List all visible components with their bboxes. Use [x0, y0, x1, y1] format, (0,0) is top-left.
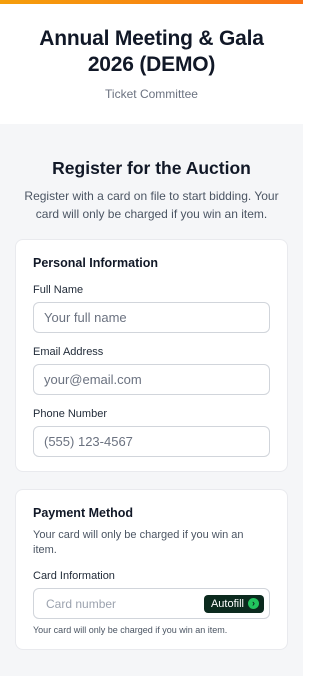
- register-subtitle: Register with a card on file to start bi…: [24, 189, 279, 221]
- phone-input[interactable]: [33, 426, 270, 457]
- organizer-name: Ticket Committee: [105, 87, 198, 101]
- payment-method-card: Payment Method Your card will only be ch…: [15, 489, 288, 650]
- card-charge-note: Your card will only be charged if you wi…: [33, 625, 228, 635]
- register-title: Register for the Auction: [52, 158, 251, 178]
- payment-subtitle: Your card will only be charged if you wi…: [33, 529, 244, 556]
- personal-info-card: Personal Information Full Name Email Add…: [15, 239, 288, 472]
- email-input[interactable]: [33, 364, 270, 395]
- autofill-label: Autofill: [210, 597, 244, 610]
- payment-method-title: Payment Method: [33, 506, 134, 520]
- card-info-label: Card Information: [33, 570, 115, 582]
- chevron-right-circle-icon: ›: [248, 598, 259, 609]
- autofill-button[interactable]: Autofill ›: [203, 594, 264, 613]
- full-name-label: Full Name: [33, 284, 84, 296]
- email-label: Email Address: [33, 346, 104, 358]
- full-name-input[interactable]: [33, 302, 270, 333]
- card-number-field: Autofill ›: [33, 588, 270, 619]
- event-title: Annual Meeting & Gala 2026 (DEMO): [39, 27, 264, 76]
- registration-content: Register for the Auction Register with a…: [0, 124, 303, 676]
- phone-label: Phone Number: [33, 408, 107, 420]
- event-header: Annual Meeting & Gala 2026 (DEMO) Ticket…: [0, 4, 303, 124]
- card-number-input[interactable]: [44, 595, 204, 612]
- personal-info-title: Personal Information: [33, 256, 159, 270]
